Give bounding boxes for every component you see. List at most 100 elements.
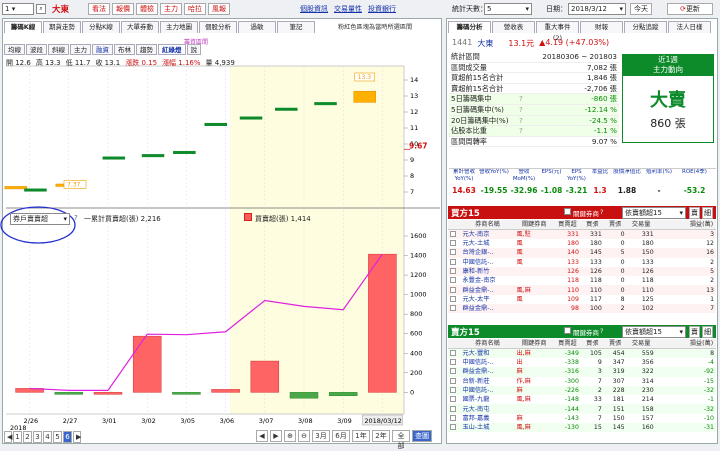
table-row[interactable]: 中國信託-.. 麻 -226 2 228 230 -32 <box>448 385 716 396</box>
prev-page-icon[interactable]: ◀ <box>4 431 12 443</box>
table-row[interactable]: 元大-南京 風,駐 331 331 0 331 3 <box>448 229 716 240</box>
right-tab-4[interactable]: 分點追蹤 <box>624 21 667 33</box>
broker-name[interactable]: 永豐金-南京 <box>460 276 514 285</box>
today-button[interactable]: 今天 <box>630 3 652 15</box>
row-checkbox-cell[interactable] <box>448 248 460 257</box>
scroll-right-icon[interactable]: ▶ <box>270 430 282 442</box>
page-button-5[interactable]: 5 <box>53 431 62 443</box>
table-row[interactable]: 元大-土城風 180 180 0 180 12 <box>448 239 716 249</box>
row-checkbox-cell[interactable] <box>448 358 460 367</box>
row-checkbox[interactable] <box>450 268 456 275</box>
row-checkbox-cell[interactable] <box>448 395 460 404</box>
zoom-button-3[interactable]: 2年 <box>372 430 390 442</box>
broker-name[interactable]: 康和-新竹 <box>460 267 514 276</box>
sell-help-icon[interactable]: ? <box>600 327 603 335</box>
row-checkbox[interactable] <box>450 405 456 412</box>
row-checkbox[interactable] <box>450 240 456 247</box>
row-checkbox-cell[interactable] <box>448 276 460 285</box>
broker-name[interactable]: 中國信託-.. <box>460 258 514 267</box>
right-tab-1[interactable]: 營收表 <box>492 21 535 33</box>
table-row[interactable]: 中國信託-.. 出 -338 9 347 356 -4 <box>448 358 716 368</box>
next-page-icon[interactable]: ▶ <box>73 431 81 443</box>
table-row[interactable]: 富邦-嘉義麻 -143 7 150 157 -10 <box>448 413 716 424</box>
stats-help-icon[interactable]: ? <box>519 105 533 115</box>
broker-name[interactable]: 元大-太平 <box>460 295 514 304</box>
refresh-button[interactable]: ⟳更新 <box>667 3 713 15</box>
table-row[interactable]: 玉山-土城 風,麻 -130 15 145 160 -31 <box>448 423 716 433</box>
right-tab-0[interactable]: 籌碼分析 <box>448 21 491 33</box>
table-row[interactable]: 國票-九龍 風,麻 -148 33 181 214 -1 <box>448 395 716 405</box>
broker-name[interactable]: 中國信託-.. <box>460 386 514 395</box>
broker-name[interactable]: 中國信託-.. <box>460 358 514 367</box>
row-checkbox-cell[interactable] <box>448 258 460 267</box>
row-checkbox[interactable] <box>450 231 456 237</box>
broker-name[interactable]: 玉山-土城 <box>460 423 514 432</box>
broker-name[interactable]: 國票-九龍 <box>460 395 514 404</box>
broker-name[interactable]: 元大-南屯 <box>460 404 514 413</box>
row-checkbox[interactable] <box>450 295 456 302</box>
broker-name[interactable]: 台新-新莊 <box>460 377 514 386</box>
row-checkbox-cell[interactable] <box>448 285 460 294</box>
broker-name[interactable]: 元大-豐和 <box>460 349 514 359</box>
row-checkbox[interactable] <box>450 359 456 366</box>
row-checkbox-cell[interactable] <box>448 404 460 413</box>
right-tab-3[interactable]: 財報 <box>580 21 623 33</box>
page-button-1[interactable]: 1 <box>13 431 22 443</box>
buy-help-icon[interactable]: ? <box>600 208 603 216</box>
buy-sort-select[interactable]: 依賣額超15 ▾ <box>622 207 686 219</box>
row-checkbox-cell[interactable] <box>448 239 460 248</box>
table-row[interactable]: 台新-新莊 作,麻 -300 7 307 314 -15 <box>448 376 716 386</box>
row-checkbox-cell[interactable] <box>448 295 460 304</box>
buy-sell-button[interactable]: 賣 <box>689 207 700 219</box>
scroll-left-icon[interactable]: ◀ <box>256 430 268 442</box>
row-checkbox-cell[interactable] <box>448 414 460 423</box>
table-row[interactable]: 群益金鼎-.. 麻 -316 3 319 322 -92 <box>448 367 716 377</box>
help-icon[interactable]: ? <box>74 214 78 222</box>
page-button-6[interactable]: 6 <box>63 431 72 443</box>
broker-name[interactable]: 群益金鼎-.. <box>460 304 514 313</box>
row-checkbox[interactable] <box>450 258 456 265</box>
row-checkbox[interactable] <box>450 387 456 394</box>
days-select[interactable]: 5 ▾ <box>484 3 532 15</box>
table-row[interactable]: 台灣企銀-.. 風 140 145 5 150 16 <box>448 248 716 258</box>
row-checkbox-cell[interactable] <box>448 267 460 276</box>
zoom-button-1[interactable]: 6月 <box>332 430 350 442</box>
row-checkbox[interactable] <box>450 305 456 312</box>
row-checkbox[interactable] <box>450 377 456 384</box>
page-button-4[interactable]: 4 <box>43 431 52 443</box>
right-tab-2[interactable]: 重大事件(2) <box>536 21 579 42</box>
table-row[interactable]: 康和-新竹 126 126 0 126 5 <box>448 266 716 277</box>
table-row[interactable]: 元大-太平風 109 117 8 125 1 <box>448 294 716 305</box>
page-button-2[interactable]: 2 <box>23 431 32 443</box>
row-checkbox-cell[interactable] <box>448 377 460 386</box>
table-row[interactable]: 元大-豐和 出,麻 -349 105 454 559 8 <box>448 348 716 359</box>
right-tab-5[interactable]: 法人日樣 <box>668 21 711 33</box>
row-checkbox[interactable] <box>450 424 456 431</box>
date-input[interactable]: 2018/3/12 ▾ <box>568 3 626 15</box>
row-checkbox-cell[interactable] <box>448 386 460 395</box>
sell-detail-button[interactable]: 細 <box>702 326 713 338</box>
row-checkbox[interactable] <box>450 277 456 284</box>
broker-name[interactable]: 群益金鼎-.. <box>460 285 514 294</box>
row-checkbox[interactable] <box>450 414 456 421</box>
lower-indicator-select[interactable]: 券戶賣賣超 ▾ <box>10 213 70 225</box>
row-checkbox-cell[interactable] <box>448 349 460 359</box>
broker-name[interactable]: 元大-土城 <box>460 239 514 248</box>
table-row[interactable]: 群益金鼎-.. 98 100 2 102 7 <box>448 304 716 314</box>
stats-help-icon[interactable]: ? <box>519 126 533 136</box>
row-checkbox-cell[interactable] <box>448 230 460 240</box>
row-checkbox-cell[interactable] <box>448 304 460 313</box>
buy-detail-button[interactable]: 細 <box>702 207 713 219</box>
zoom-out-icon[interactable]: ⊖ <box>298 430 310 442</box>
zoom-button-0[interactable]: 3月 <box>312 430 330 442</box>
zoom-button-2[interactable]: 1年 <box>352 430 370 442</box>
table-row[interactable]: 中國信託-.. 風 133 133 0 133 2 <box>448 257 716 267</box>
stats-help-icon[interactable]: ? <box>519 116 533 126</box>
row-checkbox-cell[interactable] <box>448 423 460 432</box>
broker-name[interactable]: 群益金鼎-.. <box>460 367 514 376</box>
page-button-3[interactable]: 3 <box>33 431 42 443</box>
zoom-in-icon[interactable]: ⊕ <box>284 430 296 442</box>
table-row[interactable]: 元大-南屯 -144 7 151 158 -32 <box>448 404 716 414</box>
broker-name[interactable]: 元大-南京 <box>460 230 514 240</box>
row-checkbox[interactable] <box>450 286 456 293</box>
